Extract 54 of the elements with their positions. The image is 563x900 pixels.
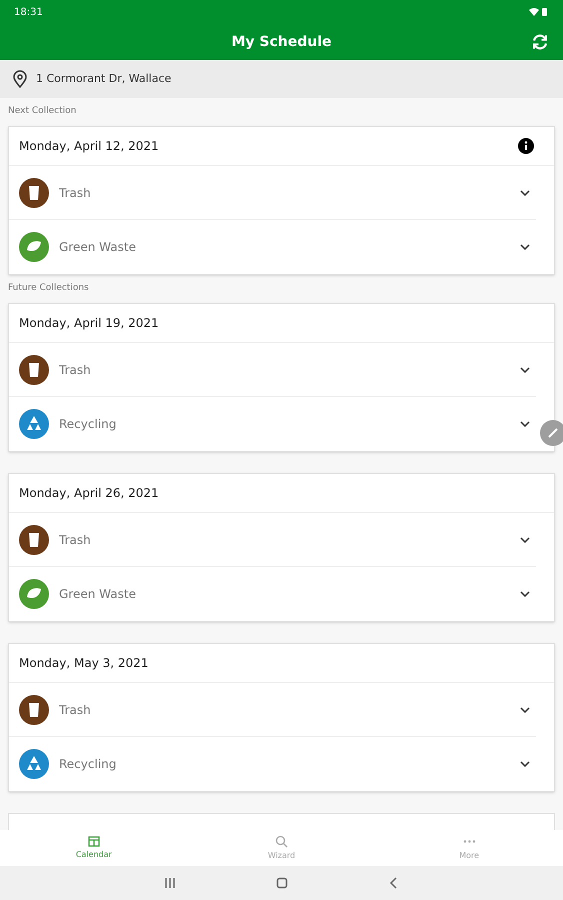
trash-bin-icon <box>19 524 49 554</box>
waste-type-row[interactable]: Green Waste <box>9 220 536 274</box>
status-time: 18:31 <box>14 6 43 20</box>
location-pin-icon <box>12 70 28 88</box>
trash-bin-icon <box>19 694 49 724</box>
chevron-down-icon[interactable] <box>520 244 530 250</box>
recycle-icon <box>19 409 49 439</box>
waste-type-label: Recycling <box>59 416 118 433</box>
collection-date: Monday, April 19, 2021 <box>19 315 159 332</box>
chevron-down-icon[interactable] <box>520 366 530 372</box>
recent-apps-icon[interactable] <box>164 877 176 889</box>
collection-date: Monday, April 12, 2021 <box>19 138 159 155</box>
waste-type-label: Recycling <box>59 756 118 773</box>
waste-type-label: Trash <box>59 184 92 202</box>
home-icon[interactable] <box>276 877 288 889</box>
address-text[interactable]: 1 Cormorant Dr, Wallace <box>36 70 172 88</box>
chevron-down-icon[interactable] <box>520 706 530 712</box>
section-label: Next Collection <box>8 105 78 118</box>
collection-date: Monday, May 3, 2021 <box>19 655 148 672</box>
waste-type-row[interactable]: Recycling <box>9 737 536 791</box>
leaf-icon <box>19 232 49 262</box>
refresh-icon[interactable] <box>531 33 549 51</box>
pencil-icon <box>547 427 559 439</box>
tab-button[interactable]: Wizard <box>188 830 376 866</box>
waste-type-row[interactable]: Trash <box>9 343 536 397</box>
waste-type-label: Green Waste <box>59 586 137 603</box>
waste-type-label: Trash <box>59 532 92 548</box>
waste-type-row[interactable]: Recycling <box>9 397 536 451</box>
waste-type-label: Trash <box>59 362 92 378</box>
recycle-icon <box>19 749 49 779</box>
screen-title: My Schedule <box>231 32 332 52</box>
waste-type-row[interactable]: Green Waste <box>9 567 536 621</box>
trash-bin-icon <box>19 354 49 384</box>
waste-type-row[interactable]: Trash <box>9 683 536 737</box>
waste-type-label: Trash <box>59 702 92 718</box>
chevron-down-icon[interactable] <box>520 591 530 597</box>
waste-type-row[interactable]: Trash <box>9 513 536 567</box>
chevron-down-icon[interactable] <box>520 421 530 427</box>
section-label: Future Collections <box>8 282 90 296</box>
chevron-down-icon[interactable] <box>520 190 530 196</box>
collection-date: Monday, April 26, 2021 <box>19 485 159 502</box>
calendar-icon <box>88 835 100 847</box>
trash-bin-icon <box>19 178 49 208</box>
chevron-down-icon[interactable] <box>520 761 530 767</box>
status-icons <box>529 7 549 17</box>
tab-button[interactable]: More <box>375 830 563 866</box>
back-icon[interactable] <box>388 877 400 889</box>
waste-type-label: Green Waste <box>59 239 137 256</box>
leaf-icon <box>19 579 49 609</box>
tab-button[interactable]: Calendar <box>0 830 188 866</box>
magnifier-icon <box>274 834 288 848</box>
waste-type-row[interactable]: Trash <box>9 166 536 220</box>
info-icon[interactable] <box>518 138 534 154</box>
chevron-down-icon[interactable] <box>520 536 530 542</box>
